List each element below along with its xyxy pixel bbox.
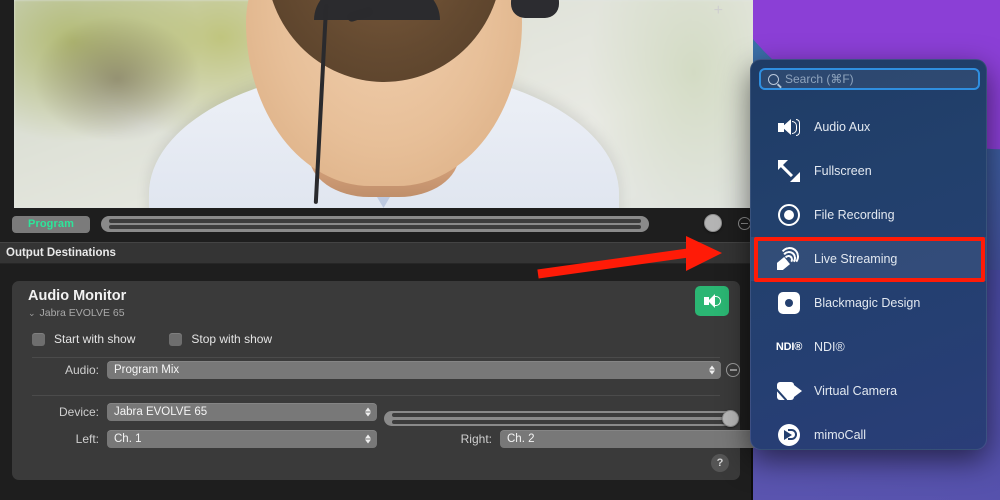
audio-source-value: Program Mix xyxy=(114,364,180,376)
menu-item-label: Fullscreen xyxy=(814,164,872,178)
menu-item-live-streaming[interactable]: Live Streaming xyxy=(751,237,986,281)
app-window: Program Output Destinations + Audio Moni… xyxy=(0,0,768,500)
menu-item-label: mimoCall xyxy=(814,428,867,442)
chevron-down-icon: ⌄ xyxy=(28,307,36,318)
start-with-show-checkbox[interactable] xyxy=(32,332,45,346)
audio-source-row: Audio: Program Mix xyxy=(55,361,721,379)
search-placeholder: Search (⌘F) xyxy=(785,72,854,86)
menu-item-label: Blackmagic Design xyxy=(814,296,921,310)
virtual-camera-icon xyxy=(770,376,806,406)
right-channel-value: Ch. 2 xyxy=(507,433,535,445)
menu-item-audio-aux[interactable]: Audio Aux xyxy=(751,105,986,149)
output-destinations-header: Output Destinations xyxy=(0,242,753,264)
live-streaming-icon xyxy=(772,244,806,274)
record-icon xyxy=(772,200,806,230)
menu-item-file-recording[interactable]: File Recording xyxy=(751,193,986,237)
right-channel-label: Right: xyxy=(460,432,492,446)
stop-with-show-label: Stop with show xyxy=(191,332,273,346)
search-field[interactable]: Search (⌘F) xyxy=(759,68,980,90)
menu-item-label: Audio Aux xyxy=(814,120,871,134)
device-label: Device: xyxy=(58,405,99,419)
stop-with-show-checkbox[interactable] xyxy=(169,332,183,346)
audio-monitor-title: Audio Monitor xyxy=(28,288,127,304)
right-channel-row: Right: Ch. 2 xyxy=(442,430,768,448)
remove-audio-source-button[interactable] xyxy=(726,363,740,377)
help-button[interactable]: ? xyxy=(711,454,729,472)
fullscreen-icon xyxy=(772,156,806,186)
device-row: Device: Jabra EVOLVE 65 xyxy=(55,403,377,421)
audio-monitor-device-name: Jabra EVOLVE 65 xyxy=(39,307,125,319)
add-destination-button[interactable]: + xyxy=(714,3,723,19)
device-volume-knob[interactable] xyxy=(722,410,739,427)
mimocall-icon xyxy=(772,420,806,449)
audio-monitor-subtitle-row[interactable]: ⌄ Jabra EVOLVE 65 xyxy=(28,307,125,319)
menu-item-label: NDI® xyxy=(814,340,845,354)
right-channel-select[interactable]: Ch. 2 xyxy=(500,430,768,448)
program-volume-knob[interactable] xyxy=(704,214,722,232)
audio-monitor-checkbox-row: Start with show Stop with show xyxy=(32,332,272,346)
menu-item-mimocall[interactable]: mimoCall xyxy=(751,413,986,449)
headset-earpiece-icon xyxy=(511,0,559,18)
device-audio-meter[interactable] xyxy=(384,411,736,426)
program-video-preview[interactable] xyxy=(14,0,753,208)
program-audio-meter[interactable] xyxy=(101,216,649,232)
program-bar: Program xyxy=(0,208,753,240)
left-channel-select[interactable]: Ch. 1 xyxy=(107,430,377,448)
menu-item-label: Live Streaming xyxy=(814,252,898,266)
stepper-arrows-icon[interactable] xyxy=(365,434,371,444)
ndi-icon: NDI® xyxy=(772,332,806,362)
speaker-icon xyxy=(772,112,806,142)
stepper-arrows-icon[interactable] xyxy=(709,365,715,375)
stepper-arrows-icon[interactable] xyxy=(365,407,371,417)
menu-item-fullscreen[interactable]: Fullscreen xyxy=(751,149,986,193)
menu-item-virtual-camera[interactable]: Virtual Camera xyxy=(751,369,986,413)
left-channel-row: Left: Ch. 1 xyxy=(55,430,377,448)
menu-item-label: Virtual Camera xyxy=(814,384,898,398)
headset-band-icon xyxy=(314,0,440,20)
output-destination-dropdown: Search (⌘F) Audio Aux Fullscreen File Re… xyxy=(750,59,987,450)
divider xyxy=(32,395,720,396)
ndi-icon-text: NDI® xyxy=(775,341,803,353)
left-channel-label: Left: xyxy=(75,432,99,446)
audio-source-label: Audio: xyxy=(64,363,99,377)
output-destinations-title: Output Destinations xyxy=(6,247,116,259)
audio-source-select[interactable]: Program Mix xyxy=(107,361,721,379)
menu-item-ndi[interactable]: NDI® NDI® xyxy=(751,325,986,369)
blackmagic-icon xyxy=(772,288,806,318)
audio-monitor-panel: Audio Monitor ⌄ Jabra EVOLVE 65 Start wi… xyxy=(12,281,740,480)
menu-item-label: File Recording xyxy=(814,208,895,222)
device-select[interactable]: Jabra EVOLVE 65 xyxy=(107,403,377,421)
divider xyxy=(32,357,720,358)
start-with-show-label: Start with show xyxy=(54,332,136,346)
device-value: Jabra EVOLVE 65 xyxy=(114,406,208,418)
program-badge[interactable]: Program xyxy=(12,215,90,233)
menu-item-blackmagic-design[interactable]: Blackmagic Design xyxy=(751,281,986,325)
speaker-icon xyxy=(703,294,721,308)
audio-monitor-speaker-button[interactable] xyxy=(695,286,729,316)
search-icon xyxy=(768,73,779,85)
left-channel-value: Ch. 1 xyxy=(114,433,142,445)
